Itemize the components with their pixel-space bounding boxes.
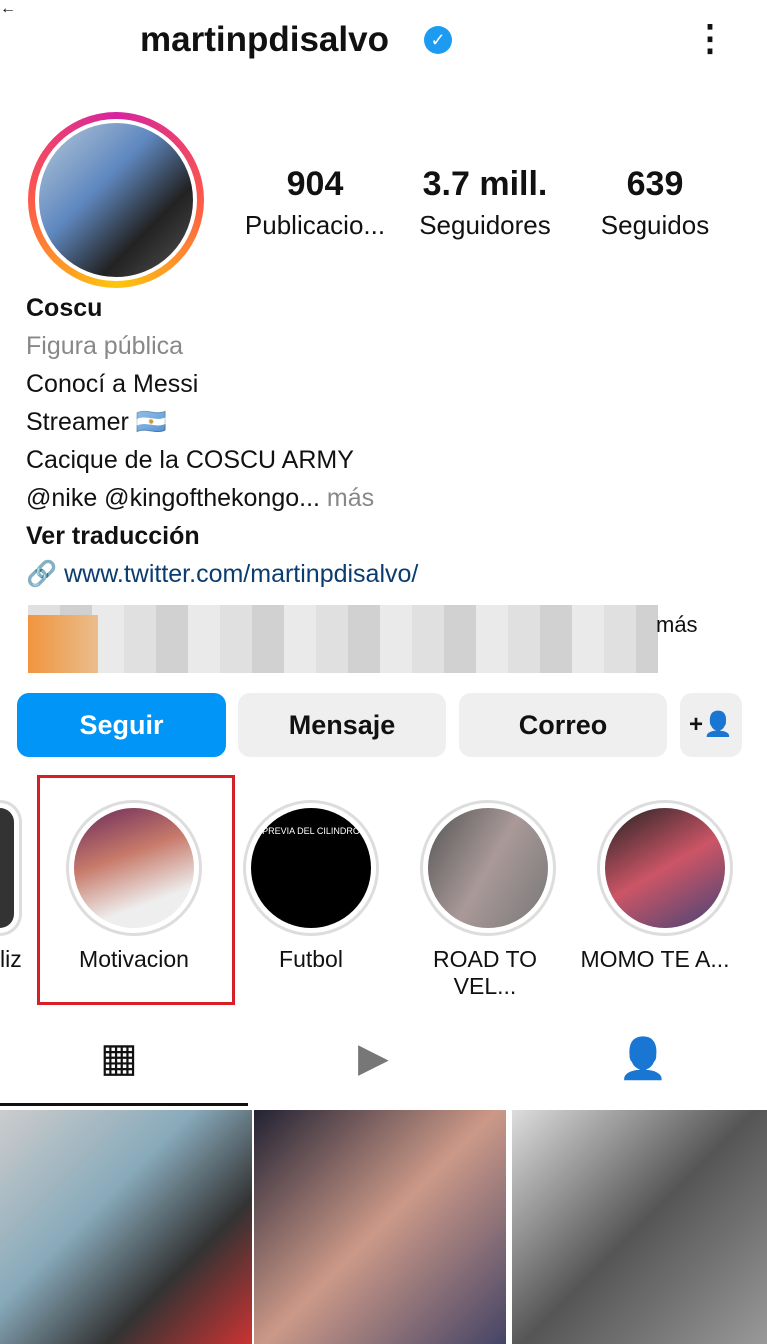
link-icon: 🔗 [26,560,58,588]
highlight-label: liz [0,946,22,972]
highlight-momo[interactable] [597,800,733,936]
profile-link[interactable]: 🔗 www.twitter.com/martinpdisalvo/ [26,560,418,589]
followed-by-blurred [28,605,658,673]
post-thumbnail[interactable] [254,1110,506,1344]
profile-category: Figura pública [26,332,184,360]
verified-badge-icon: ✓ [424,26,452,54]
bio-line: Cacique de la COSCU ARMY [26,446,354,474]
stat-followers[interactable]: 3.7 mill. Seguidores [400,165,570,241]
bio-mentions[interactable]: @nike @kingofthekongo... [26,484,320,512]
follow-button[interactable]: Seguir [17,693,226,757]
bio-line: Streamer 🇦🇷 [26,408,167,436]
active-tab-indicator [0,1103,248,1106]
tagged-icon[interactable]: 👤 [618,1035,668,1082]
highlight-label: MOMO TE A... [580,946,730,972]
highlight-futbol[interactable]: PREVIA DEL CILINDRO PRACTICANDO PEGARLE A… [243,800,379,972]
stat-posts[interactable]: 904 Publicacio... [230,165,400,241]
avatar[interactable] [28,112,204,288]
reels-icon[interactable]: ▶ [358,1035,389,1081]
email-button[interactable]: Correo [459,693,667,757]
bio-more-link[interactable]: más [320,484,374,512]
highlight-selection-box [37,775,235,1005]
highlight[interactable] [0,800,22,936]
add-person-icon[interactable]: +👤 [680,693,742,757]
message-button[interactable]: Mensaje [238,693,446,757]
see-translation-link[interactable]: Ver traducción [26,522,200,551]
highlight-road[interactable] [420,800,556,936]
back-button[interactable]: ← [0,0,16,18]
highlight-label: Futbol [279,946,343,972]
profile-username: martinpdisalvo [140,20,389,59]
post-thumbnail[interactable] [512,1110,767,1344]
stat-following[interactable]: 639 Seguidos [570,165,740,241]
followed-by-more[interactable]: más [656,612,698,638]
highlight-label: ROAD TO VEL... [433,946,537,999]
profile-name: Coscu [26,294,103,322]
post-thumbnail[interactable] [0,1110,252,1344]
bio-line: Conocí a Messi [26,370,199,398]
grid-icon[interactable]: ▦ [100,1035,138,1081]
kebab-menu-icon[interactable]: ⋮ [692,18,728,58]
